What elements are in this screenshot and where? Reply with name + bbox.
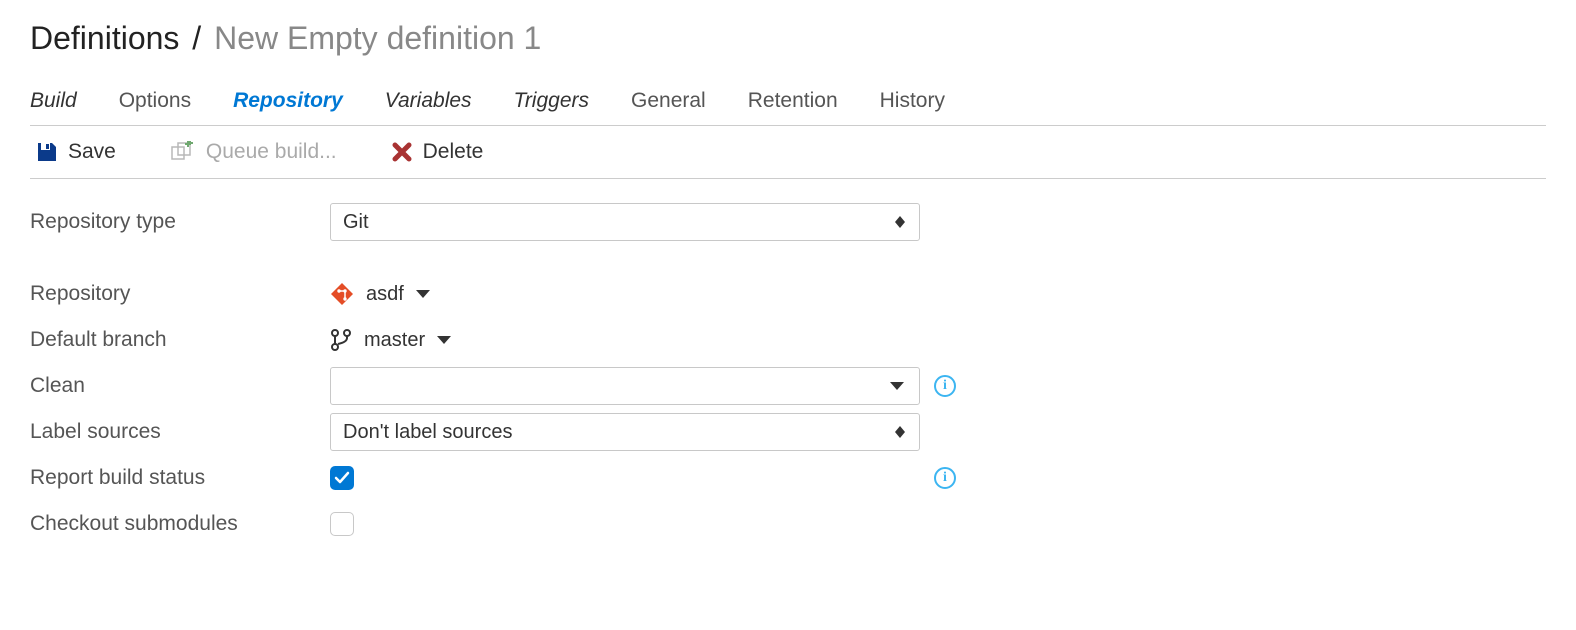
report-build-status-checkbox[interactable] (330, 466, 354, 490)
repository-type-label: Repository type (30, 210, 330, 234)
tab-build[interactable]: Build (30, 89, 77, 113)
tabs: Build Options Repository Variables Trigg… (30, 89, 1546, 126)
label-sources-label: Label sources (30, 420, 330, 444)
clean-select[interactable] (330, 367, 920, 405)
breadcrumb-separator: / (188, 20, 205, 56)
delete-icon (391, 141, 413, 163)
git-icon (330, 282, 354, 306)
queue-build-button: Queue build... (170, 140, 337, 164)
breadcrumb-current: New Empty definition 1 (214, 20, 541, 56)
repository-picker[interactable]: asdf (330, 282, 430, 306)
save-icon (36, 141, 58, 163)
repository-label: Repository (30, 282, 330, 306)
tab-options[interactable]: Options (119, 89, 191, 113)
default-branch-label: Default branch (30, 328, 330, 352)
caret-down-icon (416, 290, 430, 298)
caret-down-icon (437, 336, 451, 344)
tab-general[interactable]: General (631, 89, 706, 113)
label-sources-select[interactable]: Don't label sources (330, 413, 920, 451)
default-branch-picker[interactable]: master (330, 328, 451, 352)
info-icon[interactable]: i (934, 467, 956, 489)
info-icon[interactable]: i (934, 375, 956, 397)
tab-variables[interactable]: Variables (385, 89, 472, 113)
clean-label: Clean (30, 374, 330, 398)
checkout-submodules-label: Checkout submodules (30, 512, 330, 536)
caret-down-icon (887, 382, 907, 390)
check-icon (334, 471, 350, 485)
default-branch-value: master (364, 329, 425, 352)
breadcrumb: Definitions / New Empty definition 1 (30, 20, 1546, 57)
branch-icon (330, 328, 352, 352)
tab-repository[interactable]: Repository (233, 89, 343, 113)
repository-value: asdf (366, 283, 404, 306)
delete-button[interactable]: Delete (391, 140, 484, 164)
toolbar: Save Queue build... Delete (30, 126, 1546, 179)
updown-icon (893, 426, 907, 438)
updown-icon (893, 216, 907, 228)
save-button[interactable]: Save (36, 140, 116, 164)
repository-type-select[interactable]: Git (330, 203, 920, 241)
report-build-status-label: Report build status (30, 466, 330, 490)
tab-triggers[interactable]: Triggers (514, 89, 589, 113)
tab-retention[interactable]: Retention (748, 89, 838, 113)
repository-type-value: Git (343, 211, 893, 234)
save-button-label: Save (68, 140, 116, 164)
queue-build-button-label: Queue build... (206, 140, 337, 164)
checkout-submodules-checkbox[interactable] (330, 512, 354, 536)
tab-history[interactable]: History (880, 89, 945, 113)
delete-button-label: Delete (423, 140, 484, 164)
breadcrumb-root[interactable]: Definitions (30, 20, 179, 56)
repository-form: Repository type Git Repository (30, 179, 1546, 547)
queue-icon (170, 141, 196, 163)
label-sources-value: Don't label sources (343, 421, 893, 444)
